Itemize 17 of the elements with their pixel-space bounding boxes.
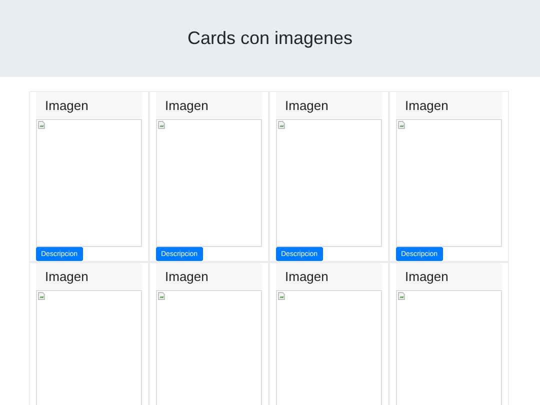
broken-image-icon <box>278 292 285 300</box>
broken-image-icon <box>398 121 405 129</box>
broken-image-icon <box>38 121 45 129</box>
card-header: Imagen <box>36 263 142 289</box>
card-header: Imagen <box>276 263 382 289</box>
card-header: Imagen <box>156 92 262 118</box>
broken-image-icon <box>158 292 165 300</box>
card-header: Imagen <box>396 92 502 118</box>
card-header: Imagen <box>36 92 142 118</box>
broken-image-icon <box>38 292 45 300</box>
broken-image-icon <box>158 121 165 129</box>
card-header: Imagen <box>396 263 502 289</box>
broken-image-icon <box>398 292 405 300</box>
page-title: Cards con imagenes <box>187 28 353 49</box>
broken-image-icon <box>278 121 285 129</box>
card-header: Imagen <box>156 263 262 289</box>
card-header: Imagen <box>276 92 382 118</box>
